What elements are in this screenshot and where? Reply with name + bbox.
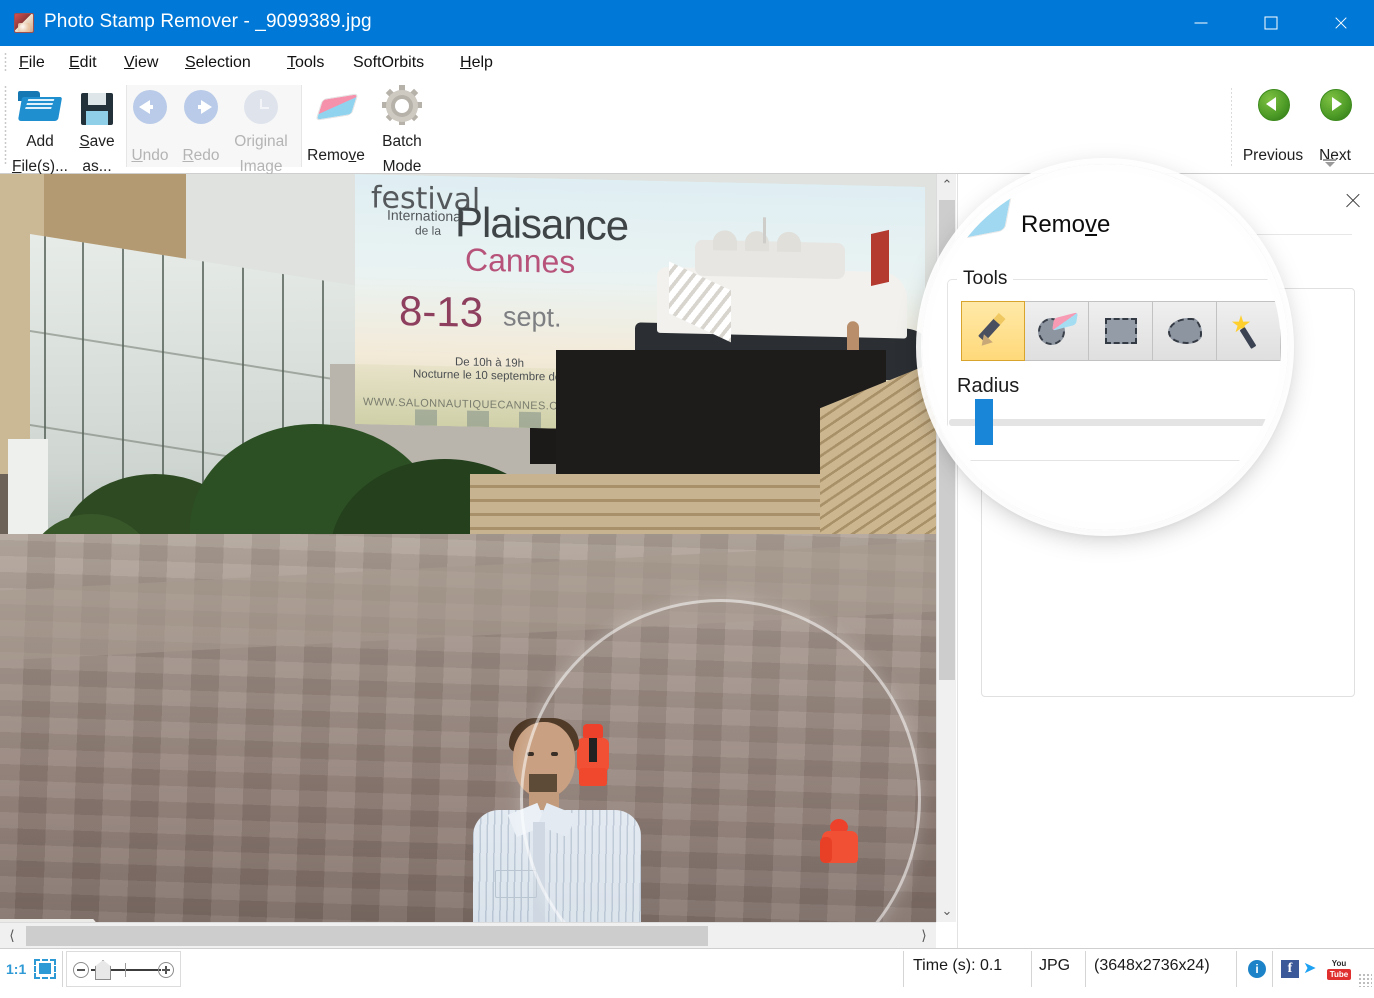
menu-item-file[interactable]: File: [12, 52, 52, 74]
status-separator-3: [1031, 951, 1032, 987]
application-window: Photo Stamp Remover - _9099389.jpg File …: [0, 0, 1374, 988]
brush-eraser-tool-button[interactable]: [1025, 301, 1089, 361]
close-icon[interactable]: [1340, 188, 1366, 214]
status-separator-6: [1272, 951, 1273, 987]
title-bar: Photo Stamp Remover - _9099389.jpg: [0, 0, 1374, 46]
photo: festival International de la Plaisance C…: [0, 174, 936, 922]
rectangle-select-icon: [1105, 318, 1137, 344]
toolbar-expand-icon[interactable]: [1322, 157, 1338, 169]
zoom-tick: [125, 963, 126, 977]
save-as-button[interactable]: Save as...: [72, 83, 122, 179]
zoom-ratio-label[interactable]: 1:1: [6, 961, 26, 977]
format-label: JPG: [1039, 957, 1070, 975]
rectangle-select-tool-button[interactable]: [1089, 301, 1153, 361]
remove-toolbar-button[interactable]: Remove: [300, 83, 372, 168]
menu-grip-handle[interactable]: [4, 52, 7, 73]
radius-slider-thumb[interactable]: [975, 399, 993, 445]
status-separator-4: [1085, 951, 1086, 987]
twitter-icon[interactable]: ➤: [1303, 961, 1323, 977]
batch-mode-button[interactable]: Batch Mode: [372, 83, 432, 179]
undo-button[interactable]: Undo: [126, 83, 174, 168]
add-files-button[interactable]: Add File(s)...: [10, 83, 70, 179]
info-icon[interactable]: i: [1248, 960, 1266, 978]
toolbar-separator: [1231, 87, 1232, 167]
banner-de-la: de la: [415, 223, 441, 238]
status-separator-2: [903, 951, 904, 987]
floppy-disk-icon: [78, 87, 116, 129]
menu-item-selection[interactable]: Selection: [178, 52, 258, 74]
resize-grip[interactable]: [1358, 973, 1372, 987]
next-button[interactable]: Next: [1306, 83, 1364, 168]
banner-dates: 8-13: [399, 287, 483, 337]
maximize-button[interactable]: [1248, 0, 1294, 46]
radius-label: Radius: [957, 375, 1019, 398]
status-separator-5: [1236, 951, 1237, 987]
zoom-in-icon[interactable]: [158, 962, 174, 978]
image-canvas[interactable]: festival International de la Plaisance C…: [0, 174, 936, 922]
menu-item-tools[interactable]: Tools: [280, 52, 331, 74]
redo-arrow-icon: [180, 87, 222, 129]
toolbar: Add File(s)... Save as... Undo Redo: [0, 79, 1374, 174]
undo-arrow-icon: [129, 87, 171, 129]
pencil-tool-button[interactable]: [961, 301, 1025, 361]
gear-icon: [381, 87, 423, 129]
magic-wand-icon: [1232, 315, 1266, 347]
lasso-select-tool-button[interactable]: [1153, 301, 1217, 361]
menu-item-view[interactable]: View: [117, 52, 165, 74]
brush-eraser-icon: [1038, 315, 1076, 347]
toolbar-grip-handle[interactable]: [4, 85, 7, 165]
canvas-horizontal-scrollbar[interactable]: ⟨ ⟩: [0, 922, 936, 948]
panel-title: Remove: [1021, 211, 1110, 239]
magic-wand-tool-button[interactable]: [1217, 301, 1281, 361]
minimize-button[interactable]: [1178, 0, 1224, 46]
zoom-out-icon[interactable]: [73, 962, 89, 978]
banner-hours-1: De 10h à 19h: [455, 356, 524, 370]
window-title: Photo Stamp Remover - _9099389.jpg: [44, 11, 372, 33]
previous-button[interactable]: Previous: [1242, 83, 1304, 168]
chevron-left-icon[interactable]: ⟨: [0, 923, 24, 948]
open-folder-icon: [18, 87, 62, 129]
chevron-right-icon[interactable]: ⟩: [912, 923, 936, 948]
status-bar: 1:1 Time (s): 0.1 JPG (3648x2736x24) i f…: [0, 948, 1374, 988]
zoom-slider[interactable]: [66, 951, 181, 987]
youtube-icon[interactable]: You Tube: [1327, 958, 1351, 980]
eraser-icon: [314, 87, 358, 129]
banner-international: International: [387, 207, 464, 225]
tools-group-label: Tools: [957, 268, 1013, 290]
horizontal-scroll-thumb[interactable]: [26, 926, 708, 946]
clock-history-icon: [240, 87, 282, 129]
green-right-arrow-icon: [1314, 87, 1356, 129]
zoom-slider-handle[interactable]: [95, 960, 111, 980]
eraser-icon: [946, 192, 1013, 243]
lasso-icon: [1168, 318, 1202, 344]
facebook-icon[interactable]: f: [1281, 960, 1299, 978]
time-label: Time (s): 0.1: [913, 957, 1002, 975]
banner-month: sept.: [503, 301, 562, 333]
original-image-button[interactable]: Original Image: [226, 83, 296, 179]
dimensions-label: (3648x2736x24): [1094, 957, 1210, 975]
menu-item-softorbits[interactable]: SoftOrbits: [346, 52, 431, 74]
redo-button[interactable]: Redo: [177, 83, 225, 168]
shirt-pocket: [495, 870, 537, 898]
fit-to-screen-icon[interactable]: [34, 959, 56, 979]
app-icon: [14, 13, 34, 33]
chevron-down-icon[interactable]: ⌄: [937, 900, 957, 922]
magnified-panel-content: Remove Tools: [929, 171, 1288, 530]
tool-button-row: [961, 301, 1281, 361]
menu-item-help[interactable]: Help: [453, 52, 500, 74]
status-separator-1: [62, 951, 63, 987]
menu-item-edit[interactable]: Edit: [62, 52, 104, 74]
menu-bar: File Edit View Selection Tools SoftOrbit…: [0, 46, 1374, 79]
close-button[interactable]: [1318, 0, 1364, 46]
banner-cannes: Cannes: [465, 241, 575, 281]
green-left-arrow-icon: [1252, 87, 1294, 129]
magnifier-lens: Remove Tools: [922, 164, 1288, 530]
pencil-icon: [976, 314, 1010, 348]
radius-slider-track[interactable]: [949, 419, 1288, 426]
